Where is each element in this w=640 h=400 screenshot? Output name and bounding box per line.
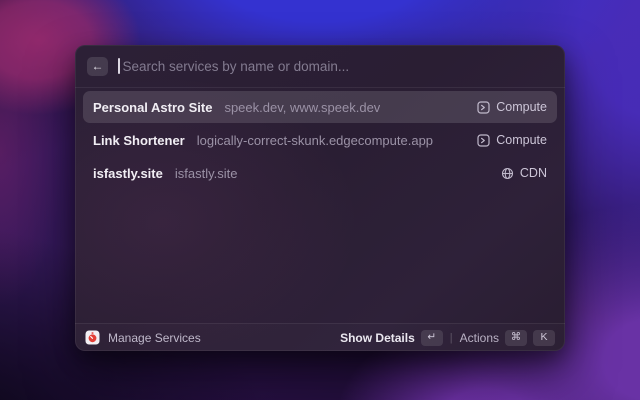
service-title: Link Shortener [93,133,185,148]
fastly-app-icon [85,330,100,345]
service-type-label: CDN [520,166,547,180]
service-row-personal-astro-site[interactable]: Personal Astro Site speek.dev, www.speek… [83,91,557,123]
back-arrow-icon: ← [92,60,104,72]
service-title: Personal Astro Site [93,100,212,115]
footer-actions: Show Details ↵ | Actions ⌘ K [340,330,555,346]
service-title: isfastly.site [93,166,163,181]
service-row-isfastly-site[interactable]: isfastly.site isfastly.site CDN [83,157,557,189]
globe-icon [501,167,514,180]
service-row-link-shortener[interactable]: Link Shortener logically-correct-skunk.e… [83,124,557,156]
service-type-label: Compute [496,100,547,114]
return-key-icon: ↵ [421,330,443,346]
footer-divider: | [450,332,453,344]
service-list: Personal Astro Site speek.dev, www.speek… [75,88,565,190]
text-caret [118,58,120,74]
actions-button[interactable]: Actions ⌘ K [460,330,555,346]
command-key-icon: ⌘ [505,330,527,346]
back-button[interactable]: ← [87,57,108,76]
footer-bar: Manage Services Show Details ↵ | Actions… [75,323,565,351]
service-domains: isfastly.site [175,166,238,181]
service-type: Compute [477,133,547,147]
search-input[interactable] [123,59,554,74]
footer-command: Manage Services [85,330,201,345]
terminal-icon [477,101,490,114]
desktop-wallpaper: ← Personal Astro Site speek.dev, www.spe… [0,0,640,400]
search-bar: ← [75,45,565,88]
service-type: Compute [477,100,547,114]
service-type-label: Compute [496,133,547,147]
list-empty-area [75,190,565,323]
k-key-icon: K [533,330,555,346]
show-details-button[interactable]: Show Details ↵ [340,330,443,346]
actions-label: Actions [460,331,499,345]
show-details-label: Show Details [340,331,415,345]
terminal-icon [477,134,490,147]
service-domains: speek.dev, www.speek.dev [224,100,380,115]
service-domains: logically-correct-skunk.edgecompute.app [197,133,433,148]
launcher-window: ← Personal Astro Site speek.dev, www.spe… [75,45,565,351]
footer-command-label: Manage Services [108,331,201,345]
service-type: CDN [501,166,547,180]
